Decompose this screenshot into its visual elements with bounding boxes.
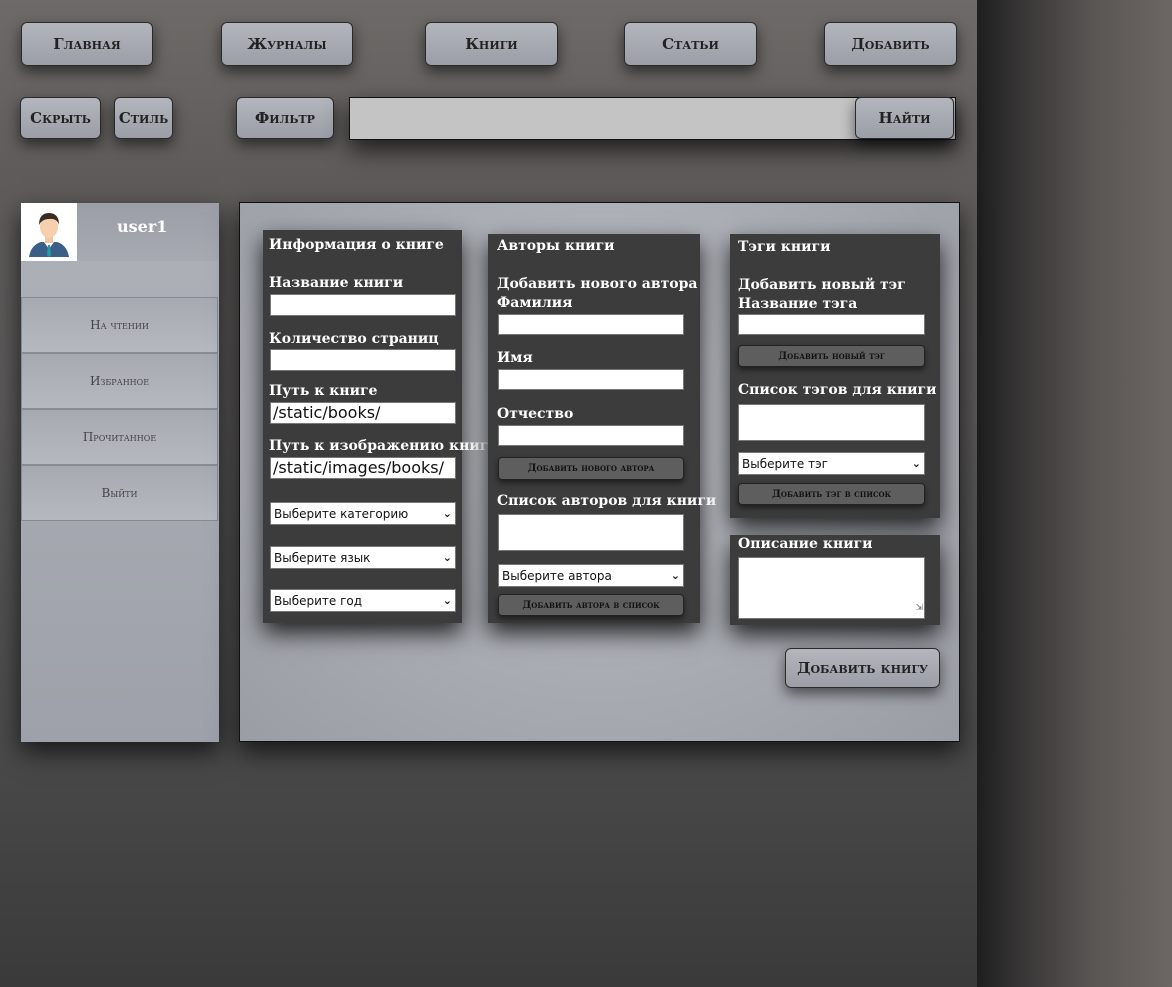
right-shade — [977, 0, 1172, 987]
tag-name-input[interactable] — [738, 314, 925, 335]
book-name-input[interactable] — [270, 294, 456, 316]
tags-list-box[interactable] — [738, 404, 925, 441]
description-textarea[interactable]: ⇲ — [738, 557, 925, 619]
year-select-value: Выберите год — [274, 593, 363, 608]
authors-panel: Авторы книги Добавить нового автора Фами… — [488, 234, 716, 623]
tags-panel: Тэги книги Добавить новый тэг Название т… — [730, 234, 940, 518]
add-author-label: Добавить нового автора — [497, 276, 698, 292]
avatar — [21, 203, 77, 261]
author-select[interactable]: Выберите автора ⌄ — [498, 564, 684, 587]
surname-input[interactable] — [498, 314, 684, 335]
book-path-input[interactable]: /static/books/ — [270, 402, 456, 424]
chevron-down-icon: ⌄ — [442, 594, 452, 607]
category-select[interactable]: Выберите категорию ⌄ — [270, 502, 456, 525]
description-title: Описание книги — [738, 536, 873, 552]
patronymic-input[interactable] — [498, 425, 684, 446]
add-tag-label: Добавить новый тэг — [738, 277, 906, 293]
nav-journals-button[interactable]: Журналы — [221, 22, 353, 66]
username: user1 — [117, 217, 168, 236]
category-select-value: Выберите категорию — [274, 506, 409, 521]
author-name-input[interactable] — [498, 369, 684, 390]
sidebar-item-reading[interactable]: На чтении — [21, 297, 218, 353]
image-path-input[interactable]: /static/images/books/ — [270, 457, 456, 479]
filter-button[interactable]: Фильтр — [236, 97, 334, 139]
add-book-button[interactable]: Добавить книгу — [785, 648, 940, 688]
sidebar-item-read[interactable]: Прочитанное — [21, 409, 218, 465]
authors-title: Авторы книги — [497, 238, 615, 254]
tag-select-value: Выберите тэг — [742, 456, 828, 471]
nav-articles-button[interactable]: Статьи — [624, 22, 757, 66]
add-new-tag-button[interactable]: Добавить новый тэг — [738, 345, 925, 367]
resize-handle-icon[interactable]: ⇲ — [915, 599, 923, 617]
chevron-down-icon: ⌄ — [670, 569, 680, 582]
chevron-down-icon: ⌄ — [442, 507, 452, 520]
sidebar: user1 На чтении Избранное Прочитанное Вы… — [21, 203, 219, 742]
tags-list-label: Список тэгов для книги — [738, 382, 937, 398]
image-path-label: Путь к изображению книги — [269, 438, 499, 454]
year-select[interactable]: Выберите год ⌄ — [270, 589, 456, 612]
add-new-author-button[interactable]: Добавить нового автора — [498, 457, 684, 480]
nav-home-button[interactable]: Главная — [21, 22, 153, 66]
authors-list-label: Список авторов для книги — [497, 493, 717, 509]
add-author-to-list-button[interactable]: Добавить автора в список — [498, 594, 684, 616]
tag-select[interactable]: Выберите тэг ⌄ — [738, 452, 925, 475]
authors-list-box[interactable] — [498, 514, 684, 551]
language-select[interactable]: Выберите язык ⌄ — [270, 546, 456, 569]
pages-label: Количество страниц — [269, 331, 439, 347]
chevron-down-icon: ⌄ — [442, 551, 452, 564]
nav-add-button[interactable]: Добавить — [824, 22, 957, 66]
sidebar-item-favorites[interactable]: Избранное — [21, 353, 218, 409]
book-path-label: Путь к книге — [269, 383, 378, 399]
surname-label: Фамилия — [497, 295, 573, 311]
book-info-title: Информация о книге — [269, 237, 444, 253]
book-name-label: Название книги — [269, 275, 404, 291]
description-panel: Описание книги ⇲ — [730, 535, 940, 625]
author-select-value: Выберите автора — [502, 568, 612, 583]
user-header: user1 — [21, 203, 219, 261]
tags-title: Тэги книги — [738, 239, 831, 255]
language-select-value: Выберите язык — [274, 550, 371, 565]
search-button[interactable]: Найти — [855, 97, 954, 139]
book-info-panel: Информация о книге Название книги Количе… — [263, 230, 499, 623]
author-name-label: Имя — [497, 350, 533, 366]
add-tag-to-list-button[interactable]: Добавить тэг в список — [738, 483, 925, 505]
main-panel: Информация о книге Название книги Количе… — [239, 202, 960, 742]
sidebar-item-logout[interactable]: Выйти — [21, 465, 218, 521]
chevron-down-icon: ⌄ — [911, 457, 921, 470]
tag-name-label: Название тэга — [738, 296, 858, 312]
hide-button[interactable]: Скрыть — [20, 97, 101, 139]
pages-input[interactable] — [270, 349, 456, 371]
user-avatar-icon — [21, 203, 77, 261]
nav-books-button[interactable]: Книги — [425, 22, 558, 66]
patronymic-label: Отчество — [497, 406, 574, 422]
style-button[interactable]: Стиль — [114, 97, 173, 139]
